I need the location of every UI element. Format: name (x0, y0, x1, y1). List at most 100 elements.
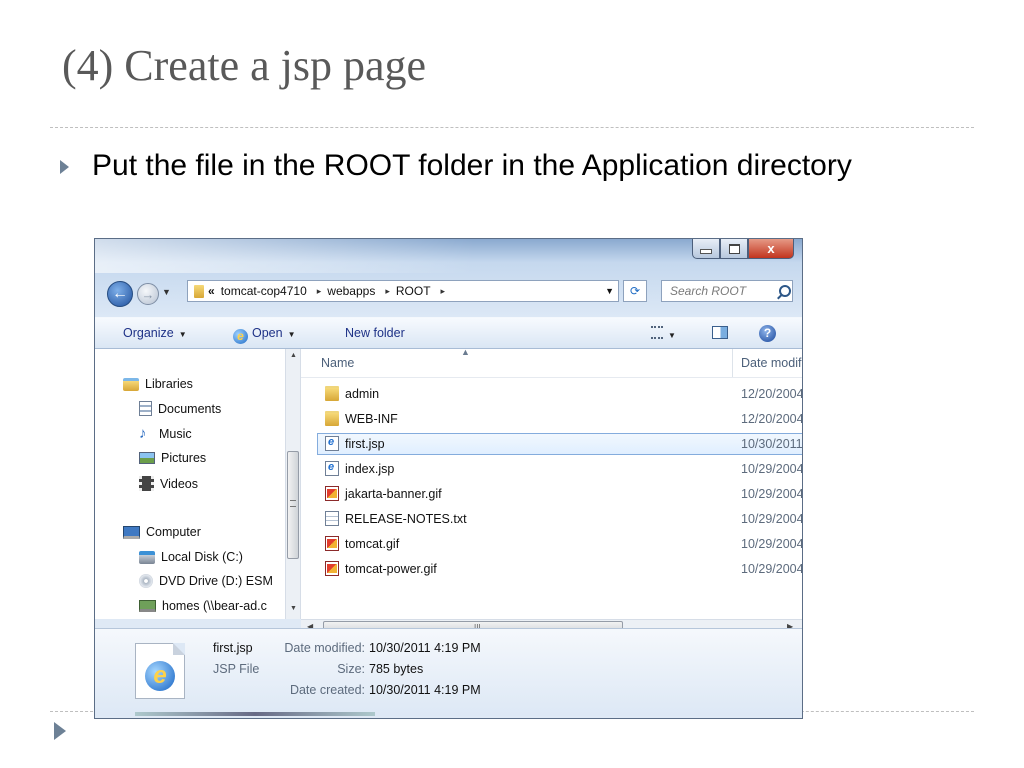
computer-icon (123, 525, 140, 539)
explorer-window: x ← → ▼ « tomcat-cop4710 ▸ webapps ▸ ROO… (94, 238, 803, 719)
window-frame: x ← → ▼ « tomcat-cop4710 ▸ webapps ▸ ROO… (95, 239, 802, 317)
file-name: tomcat.gif (345, 537, 400, 551)
search-icon[interactable] (779, 285, 791, 297)
scroll-up-icon[interactable]: ▲ (290, 352, 297, 359)
file-row[interactable]: first.jsp10/30/2011 4:19 PMJ (317, 433, 802, 455)
pictures-icon (139, 452, 155, 464)
open-button[interactable]: e Open ▼ (233, 326, 296, 344)
network-drive-icon (139, 600, 156, 612)
folder-icon (325, 411, 339, 426)
scroll-down-icon[interactable]: ▼ (290, 605, 297, 612)
nav-label: Local Disk (C:) (161, 550, 243, 564)
minimize-button[interactable] (692, 239, 720, 259)
folder-icon (325, 386, 339, 401)
open-label: Open (252, 326, 283, 340)
frame-glow (95, 239, 475, 273)
chevron-down-icon: ▼ (178, 330, 187, 339)
change-view-button[interactable]: ▼ (651, 326, 676, 341)
chevron-down-icon: ▼ (668, 331, 676, 340)
hard-disk-icon (139, 550, 155, 564)
sort-ascending-icon: ▲ (461, 349, 470, 357)
nav-item-dvd-drive[interactable]: DVD Drive (D:) ESM (139, 574, 273, 588)
internet-explorer-icon: e (233, 329, 248, 344)
file-name: tomcat-power.gif (345, 562, 437, 576)
grip-icon (290, 500, 296, 507)
search-input[interactable]: Search ROOT (661, 280, 793, 302)
crumb-tomcat[interactable]: tomcat-cop4710 (221, 284, 307, 298)
nav-label: Music (159, 426, 192, 441)
gif-image-icon (325, 536, 339, 551)
maximize-button[interactable] (720, 239, 748, 259)
organize-button[interactable]: Organize ▼ (123, 326, 187, 340)
preview-pane-icon[interactable] (712, 326, 728, 339)
file-name: RELEASE-NOTES.txt (345, 512, 467, 526)
address-bar[interactable]: « tomcat-cop4710 ▸ webapps ▸ ROOT ▸ ▼ (187, 280, 619, 302)
jsp-file-large-icon: e (135, 643, 185, 699)
navigation-scrollbar[interactable]: ▲ ▼ (285, 349, 301, 619)
file-date-modified: 10/30/2011 4:19 PM (741, 437, 802, 451)
navigation-scroll-thumb[interactable] (287, 451, 299, 559)
nav-item-libraries[interactable]: Libraries (123, 377, 193, 391)
nav-item-computer[interactable]: Computer (123, 525, 201, 539)
dvd-drive-icon (139, 574, 153, 588)
crumb-separator-icon[interactable]: ▸ (317, 286, 322, 297)
crumb-separator-icon[interactable]: ▸ (441, 286, 446, 297)
window-bottom-edge (135, 712, 375, 716)
date-modified-label: Date modified: (284, 641, 365, 655)
forward-button[interactable]: → (137, 283, 159, 305)
nav-label: Pictures (161, 451, 207, 465)
nav-item-documents[interactable]: Documents (139, 401, 221, 416)
nav-item-homes[interactable]: homes (\\bear-ad.c (139, 599, 267, 613)
bullet-arrow-icon (60, 160, 69, 174)
column-divider[interactable] (732, 349, 733, 377)
file-row[interactable]: tomcat-power.gif10/29/2004 3:13 PMG (317, 558, 802, 580)
music-icon: ♪ (139, 425, 147, 442)
nav-label: Videos (160, 476, 198, 491)
folder-icon (194, 284, 204, 298)
crumb-webapps[interactable]: webapps (327, 284, 375, 298)
file-row[interactable]: index.jsp10/29/2004 3:13 PMJ (317, 458, 802, 480)
date-modified-value: 10/30/2011 4:19 PM (369, 641, 481, 655)
address-overflow[interactable]: « (208, 284, 215, 298)
back-button[interactable]: ← (107, 281, 133, 307)
chevron-down-icon: ▼ (287, 330, 296, 339)
caption-buttons: x (692, 239, 794, 259)
nav-label: homes (\\bear-ad.c (162, 599, 267, 613)
date-created-label: Date created: (289, 683, 365, 697)
date-created-value: 10/30/2011 4:19 PM (369, 683, 481, 697)
file-date-modified: 10/29/2004 3:13 PM (741, 537, 802, 551)
file-row[interactable]: tomcat.gif10/29/2004 3:13 PMG (317, 533, 802, 555)
column-header-date-modified[interactable]: Date modified (741, 356, 802, 370)
file-row[interactable]: WEB-INF12/20/2004 10:26 ...F (317, 408, 802, 430)
libraries-icon (123, 377, 139, 391)
command-toolbar: Organize ▼ e Open ▼ New folder ▼ ? (95, 317, 802, 349)
column-header-row: ▲ Name Date modified It (301, 349, 802, 378)
jsp-file-icon (325, 436, 339, 451)
nav-item-music[interactable]: ♪ Music (139, 426, 192, 441)
nav-item-pictures[interactable]: Pictures (139, 451, 206, 465)
internet-explorer-icon: e (145, 661, 175, 691)
maximize-icon (728, 243, 740, 254)
file-row[interactable]: RELEASE-NOTES.txt10/29/2004 3:13 PMT (317, 508, 802, 530)
column-header-name[interactable]: Name (321, 356, 354, 370)
file-row[interactable]: admin12/20/2004 10:26 ...F (317, 383, 802, 405)
help-icon[interactable]: ? (759, 325, 776, 342)
nav-item-videos[interactable]: Videos (139, 476, 198, 491)
crumb-separator-icon[interactable]: ▸ (385, 286, 390, 297)
nav-label: Computer (146, 525, 201, 539)
nav-label: DVD Drive (D:) ESM (159, 574, 273, 588)
file-name: admin (345, 387, 380, 401)
crumb-root[interactable]: ROOT (396, 284, 431, 298)
file-name: first.jsp (345, 437, 385, 451)
file-row[interactable]: jakarta-banner.gif10/29/2004 3:13 PMG (317, 483, 802, 505)
nav-item-local-disk[interactable]: Local Disk (C:) (139, 550, 243, 564)
new-folder-button[interactable]: New folder (345, 326, 405, 340)
refresh-button[interactable]: ⟳ (623, 280, 647, 302)
gif-image-icon (325, 561, 339, 576)
file-date-modified: 10/29/2004 3:13 PM (741, 562, 802, 576)
file-name: index.jsp (345, 462, 395, 476)
nav-label: Documents (158, 401, 222, 416)
address-dropdown-icon[interactable]: ▼ (605, 286, 614, 296)
recent-pages-dropdown[interactable]: ▼ (162, 287, 171, 297)
close-button[interactable]: x (748, 239, 794, 259)
